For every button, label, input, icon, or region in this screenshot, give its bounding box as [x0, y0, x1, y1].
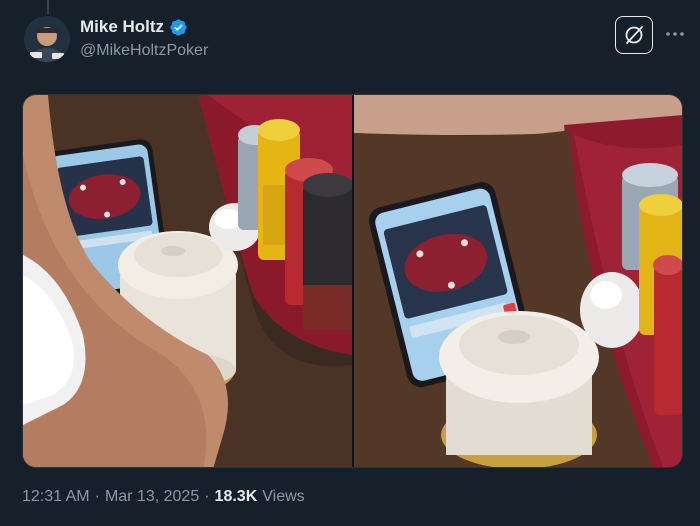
tweet-meta: 12:31 AM · Mar 13, 2025 · 18.3K Views [22, 488, 305, 506]
meta-separator-2: · [204, 488, 210, 505]
views-count: 18.3K [214, 488, 258, 505]
verified-badge-icon [170, 18, 187, 36]
grok-icon [625, 26, 643, 44]
tweet-media-grid [22, 94, 683, 468]
grok-button[interactable] [615, 16, 653, 54]
author-display-name[interactable]: Mike Holtz [80, 17, 164, 37]
meta-separator: · [94, 488, 100, 505]
tweet-time[interactable]: 12:31 AM [22, 488, 90, 506]
views-label: Views [262, 488, 305, 505]
author-handle[interactable]: @MikeHoltzPoker [80, 42, 208, 60]
tweet-date[interactable]: Mar 13, 2025 [105, 488, 199, 506]
more-dots-icon [666, 32, 684, 36]
photo-phone-coffee-chips-right [353, 95, 682, 467]
media-photo-2[interactable] [353, 95, 682, 467]
author-avatar[interactable] [24, 16, 70, 62]
thread-connector-line [47, 0, 49, 14]
more-options-button[interactable] [663, 22, 687, 46]
avatar-photo [24, 16, 70, 62]
media-photo-1[interactable] [23, 95, 352, 467]
author-name-row: Mike Holtz [80, 17, 188, 37]
photo-phone-coffee-chips-left [23, 95, 352, 467]
